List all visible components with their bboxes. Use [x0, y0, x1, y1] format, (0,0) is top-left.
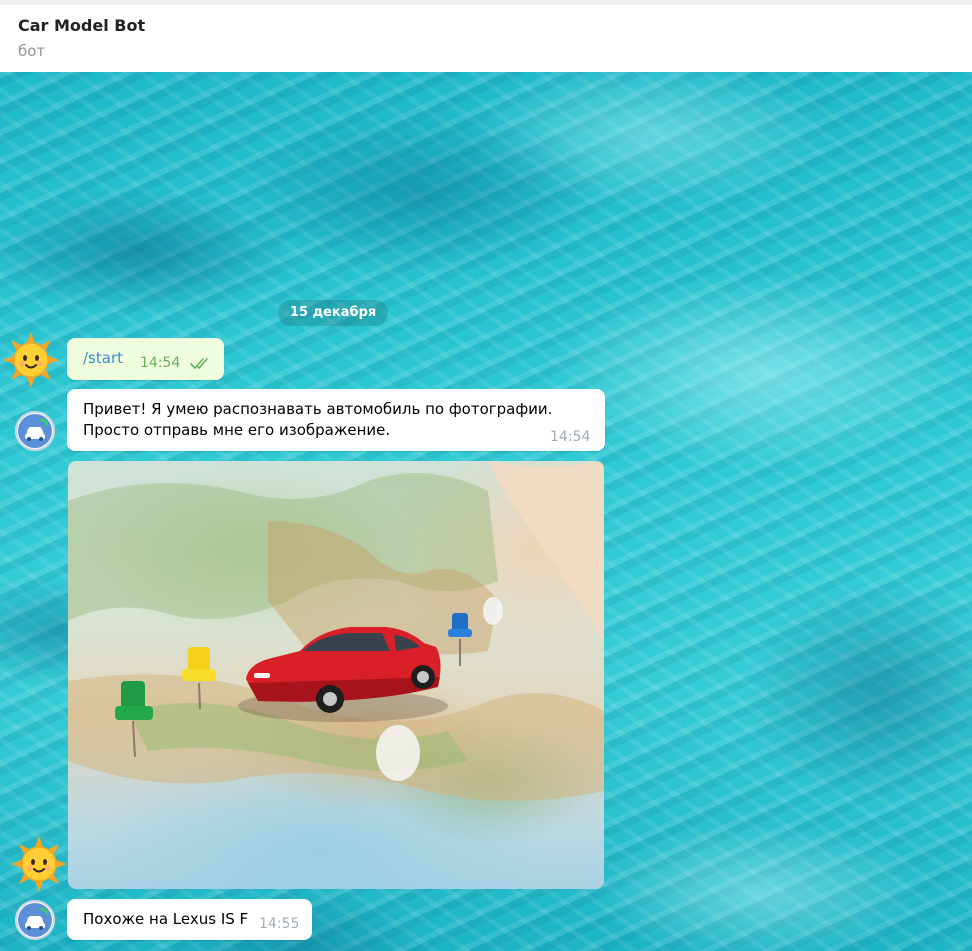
- date-divider: 15 декабря: [278, 300, 389, 326]
- car-bot-icon: [18, 903, 52, 937]
- car-bot-icon: [18, 414, 52, 448]
- double-check-icon: [190, 358, 208, 369]
- bot-avatar[interactable]: [15, 900, 55, 940]
- user-avatar-sun-icon[interactable]: [2, 331, 60, 389]
- message-text: Похоже на Lexus IS F: [83, 910, 249, 928]
- message-photo[interactable]: [68, 461, 604, 889]
- chat-title[interactable]: Car Model Bot: [18, 16, 145, 35]
- message-time: 14:54: [550, 429, 591, 445]
- message-text-line: Просто отправь мне его изображение.: [83, 421, 391, 439]
- message-bubble-incoming[interactable]: Привет! Я умею распознавать автомобиль п…: [67, 389, 605, 451]
- bot-avatar[interactable]: [15, 411, 55, 451]
- message-text-line: Привет! Я умею распознавать автомобиль п…: [83, 400, 553, 418]
- message-bubble-incoming[interactable]: Похоже на Lexus IS F 14:55: [67, 899, 312, 940]
- command-link[interactable]: /start: [83, 349, 123, 367]
- chat-header[interactable]: Car Model Bot бот: [0, 5, 972, 72]
- photo-content-car-on-map: [68, 461, 604, 801]
- sun-emoji-icon: [3, 332, 59, 388]
- sun-emoji-icon: [11, 836, 67, 892]
- message-time: 14:54: [140, 355, 181, 371]
- message-bubble-outgoing[interactable]: /start 14:54: [67, 338, 224, 380]
- user-avatar-sun-icon[interactable]: [10, 835, 68, 893]
- chat-subtitle: бот: [18, 42, 46, 60]
- message-time: 14:55: [259, 916, 300, 932]
